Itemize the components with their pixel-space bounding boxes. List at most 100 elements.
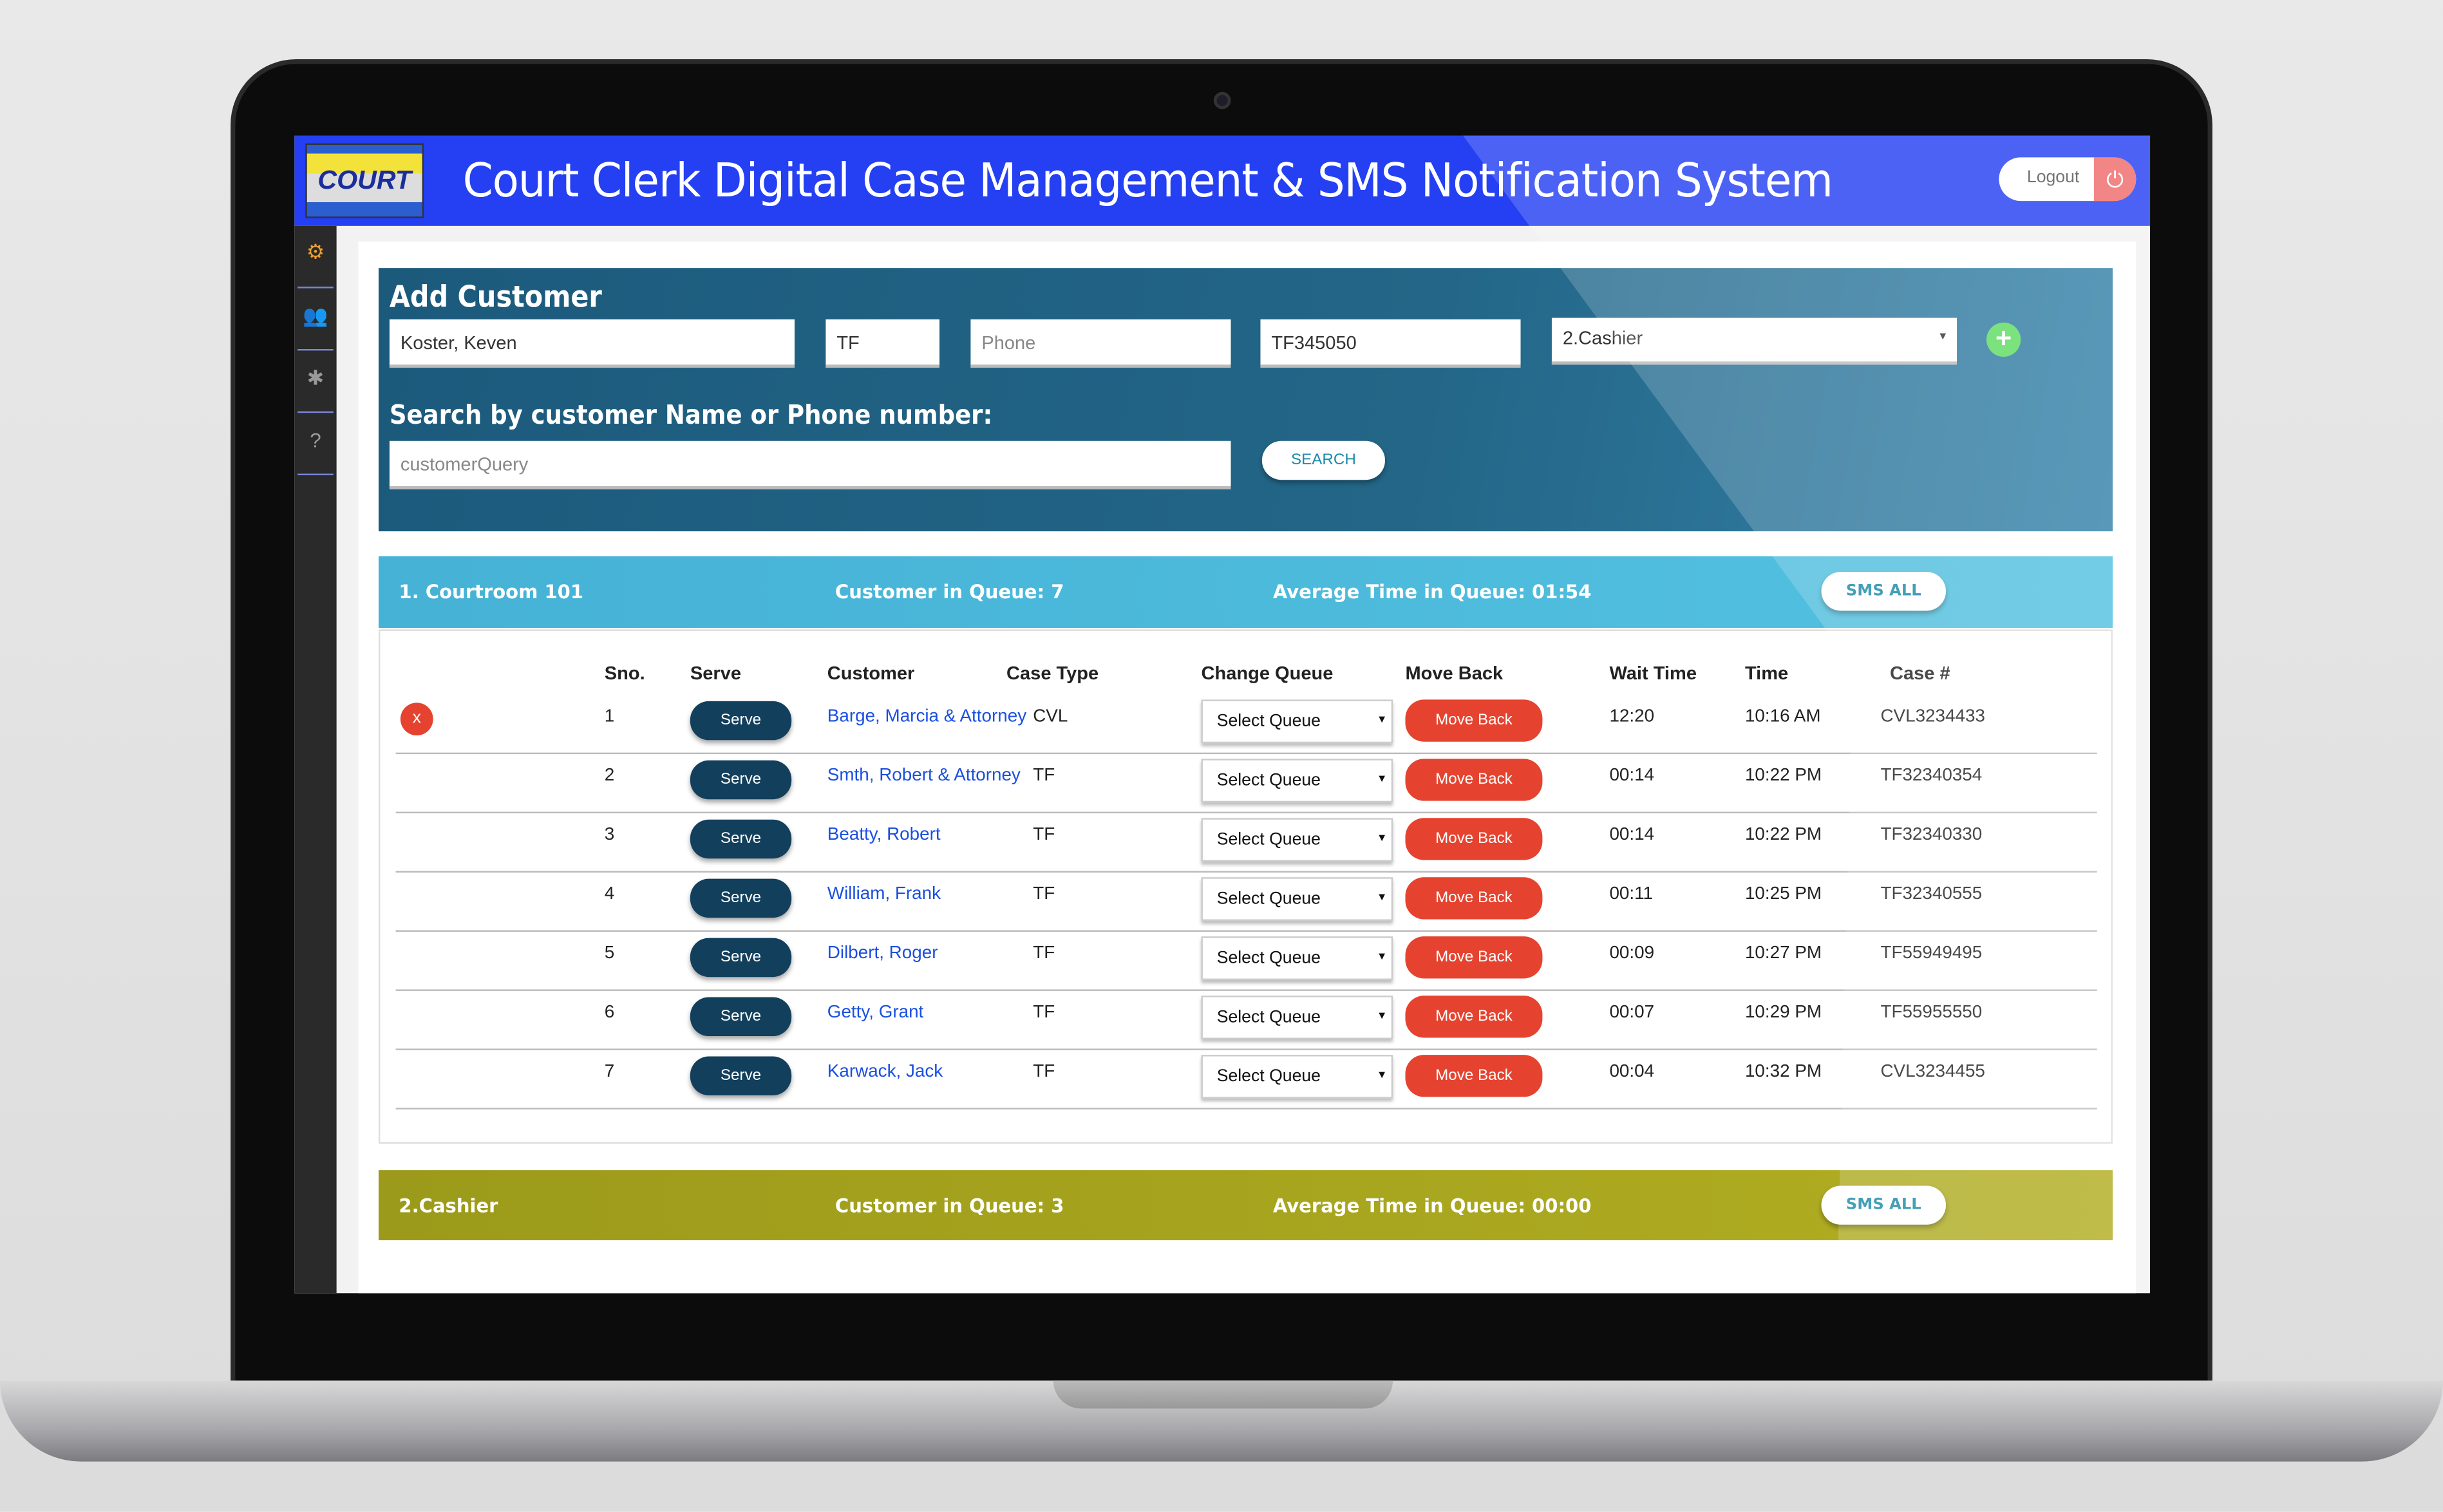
chevron-down-icon: ▾ (1379, 949, 1386, 963)
sms-all-button[interactable]: SMS ALL (1821, 571, 1947, 611)
customer-link[interactable]: William, Frank (827, 885, 941, 903)
customer-link[interactable]: Smth, Robert & Attorney (827, 766, 1021, 785)
time-cell: 10:22 PM (1744, 766, 1822, 786)
wait-time-cell: 00:09 (1609, 944, 1655, 963)
select-queue-label: Select Queue (1216, 830, 1321, 849)
remove-customer-button[interactable]: x (400, 703, 433, 736)
customer-link[interactable]: Karwack, Jack (827, 1063, 943, 1081)
laptop-mockup: COURT Court Clerk Digital Case Managemen… (0, 0, 2443, 1512)
case-type-cell: CVL (1033, 707, 1068, 726)
wait-time-cell: 12:20 (1609, 707, 1655, 726)
divider (297, 411, 334, 413)
select-queue-label: Select Queue (1216, 889, 1321, 909)
table-row: 6 Serve Getty, Grant TF Select Queue ▾ Mo… (395, 991, 2097, 1050)
change-queue-select[interactable]: Select Queue ▾ (1201, 818, 1393, 862)
search-input[interactable]: customerQuery (389, 440, 1231, 489)
add-customer-title: Add Customer (389, 280, 602, 315)
case-type-cell: TF (1033, 826, 1055, 845)
chevron-down-icon: ▾ (1379, 712, 1386, 726)
name-input[interactable]: Koster, Keven (389, 319, 795, 368)
sms-all-button[interactable]: SMS ALL (1821, 1186, 1947, 1225)
case-number-cell: TF32340330 (1880, 826, 1983, 845)
change-queue-select[interactable]: Select Queue ▾ (1201, 699, 1393, 744)
move-back-button[interactable]: Move Back (1405, 1055, 1543, 1097)
case-type-cell: TF (1033, 944, 1055, 963)
sno-cell: 5 (604, 944, 615, 963)
serve-button[interactable]: Serve (690, 819, 792, 859)
serve-button[interactable]: Serve (690, 878, 792, 918)
col-case-number: Case # (1889, 662, 1950, 685)
search-label: Search by customer Name or Phone number: (389, 400, 993, 432)
queue-count: Customer in Queue: 3 (835, 1195, 1064, 1217)
app-title: Court Clerk Digital Case Management & SM… (462, 154, 1833, 209)
customer-link[interactable]: Dilbert, Roger (827, 944, 938, 963)
time-cell: 10:32 PM (1744, 1063, 1822, 1082)
queue-average-time: Average Time in Queue: 01:54 (1272, 581, 1592, 603)
table-row: 5 Serve Dilbert, Roger TF Select Queue ▾ … (395, 932, 2097, 991)
time-cell: 10:16 AM (1744, 707, 1821, 726)
serve-button[interactable]: Serve (690, 938, 792, 978)
move-back-button[interactable]: Move Back (1405, 818, 1543, 860)
select-queue-label: Select Queue (1216, 771, 1321, 790)
search-button[interactable]: SEARCH (1261, 440, 1386, 480)
wait-time-cell: 00:14 (1609, 766, 1655, 786)
users-icon[interactable]: 👥 (294, 304, 336, 329)
table-row: 2 Serve Smth, Robert & Attorney TF Selec… (395, 754, 2097, 814)
power-icon: ⏻ (2093, 157, 2136, 202)
customer-link[interactable]: Getty, Grant (827, 1003, 923, 1022)
move-back-button[interactable]: Move Back (1405, 996, 1543, 1038)
serve-button[interactable]: Serve (690, 997, 792, 1037)
customer-link[interactable]: Barge, Marcia & Attorney (827, 707, 1026, 726)
table-row: 3 Serve Beatty, Robert TF Select Queue ▾ … (395, 813, 2097, 873)
case-number-cell: TF32340555 (1880, 885, 1983, 904)
move-back-button[interactable]: Move Back (1405, 877, 1543, 920)
change-queue-select[interactable]: Select Queue ▾ (1201, 759, 1393, 803)
move-back-button[interactable]: Move Back (1405, 699, 1543, 742)
col-sno: Sno. (604, 662, 645, 685)
case-number-cell: TF55955550 (1880, 1003, 1983, 1023)
bug-icon[interactable]: ✱ (294, 366, 336, 392)
serve-button[interactable]: Serve (690, 1056, 792, 1095)
queue-select[interactable]: 2.Cashier ▾ (1551, 317, 1957, 365)
chevron-down-icon: ▾ (1379, 830, 1386, 845)
time-cell: 10:27 PM (1744, 944, 1822, 963)
select-queue-label: Select Queue (1216, 1067, 1321, 1086)
queue-average-time: Average Time in Queue: 00:00 (1272, 1195, 1592, 1217)
chevron-down-icon: ▾ (1379, 1067, 1386, 1082)
laptop-notch (1053, 1380, 1393, 1409)
change-queue-select[interactable]: Select Queue ▾ (1201, 1055, 1393, 1099)
divider (297, 473, 334, 475)
change-queue-select[interactable]: Select Queue ▾ (1201, 996, 1393, 1039)
divider (297, 287, 334, 288)
case-type-cell: TF (1033, 1063, 1055, 1082)
sno-cell: 3 (604, 826, 615, 845)
phone-input[interactable]: Phone (970, 319, 1231, 368)
case-number-input[interactable]: TF345050 (1260, 319, 1521, 368)
queue-count: Customer in Queue: 7 (835, 581, 1064, 603)
queue-header-cashier: 2.Cashier Customer in Queue: 3 Average T… (378, 1170, 2113, 1241)
change-queue-select[interactable]: Select Queue ▾ (1201, 877, 1393, 921)
sno-cell: 7 (604, 1063, 615, 1082)
case-type-input[interactable]: TF (825, 319, 940, 368)
logout-button[interactable]: Logout ⏻ (1999, 157, 2136, 202)
move-back-button[interactable]: Move Back (1405, 759, 1543, 801)
time-cell: 10:22 PM (1744, 826, 1822, 845)
sidebar: ⚙ 👥 ✱ ? (294, 225, 337, 1294)
serve-button[interactable]: Serve (690, 760, 792, 800)
col-case-type: Case Type (1006, 662, 1099, 685)
change-queue-select[interactable]: Select Queue ▾ (1201, 936, 1393, 980)
help-icon[interactable]: ? (294, 428, 336, 451)
col-wait-time: Wait Time (1609, 662, 1697, 685)
queue-select-value: 2.Cashier (1562, 327, 1643, 349)
camera-icon (1213, 91, 1231, 109)
select-queue-label: Select Queue (1216, 712, 1321, 731)
move-back-button[interactable]: Move Back (1405, 936, 1543, 979)
plus-icon[interactable]: + (1986, 322, 2021, 357)
sno-cell: 6 (604, 1003, 615, 1023)
gear-icon[interactable]: ⚙ (294, 240, 336, 265)
case-number-cell: CVL3234433 (1880, 707, 1985, 726)
table-row: 7 Serve Karwack, Jack TF Select Queue ▾ M… (395, 1050, 2097, 1110)
serve-button[interactable]: Serve (690, 701, 792, 741)
select-queue-label: Select Queue (1216, 1008, 1321, 1027)
customer-link[interactable]: Beatty, Robert (827, 826, 941, 844)
